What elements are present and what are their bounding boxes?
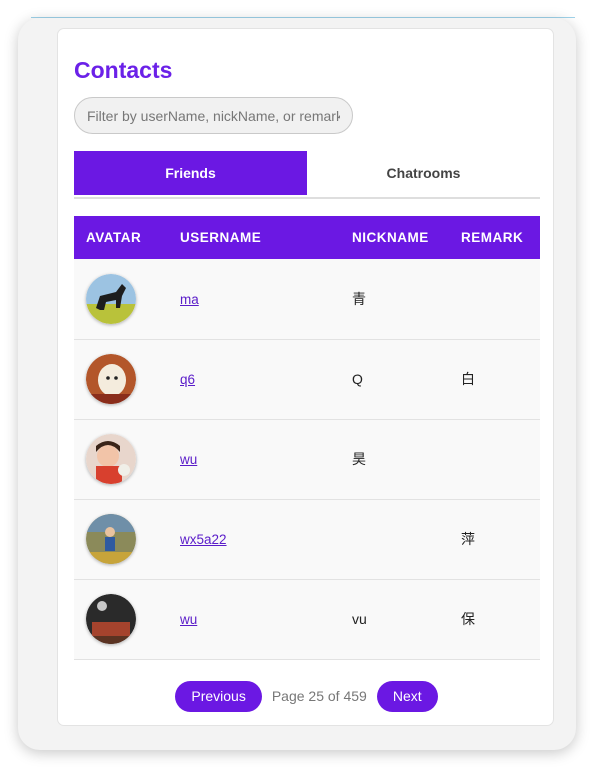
column-header-username[interactable]: USERNAME xyxy=(168,216,340,259)
next-button[interactable]: Next xyxy=(376,680,438,712)
contacts-table: AVATAR USERNAME NICKNAME REMARK ma 青 q6 … xyxy=(74,216,540,660)
page-info: Page 25 of 459 xyxy=(271,688,367,704)
nickname-cell: 青 xyxy=(352,290,366,307)
nickname-cell xyxy=(340,499,449,579)
avatar-cell xyxy=(74,579,168,659)
table-header-row: AVATAR USERNAME NICKNAME REMARK xyxy=(74,216,540,259)
remark-cell: 萍 xyxy=(461,531,475,547)
dog-photo-avatar xyxy=(86,354,136,404)
column-header-nickname[interactable]: NICKNAME xyxy=(340,216,449,259)
remark-cell xyxy=(449,419,540,499)
username-cell: wu xyxy=(168,579,340,659)
remark-cell xyxy=(449,259,540,339)
column-header-remark[interactable]: REMARK xyxy=(449,216,540,259)
pagination: Previous Page 25 of 459 Next xyxy=(58,680,555,712)
tab-chatrooms[interactable]: Chatrooms xyxy=(307,151,540,195)
table-row: wu 昊 xyxy=(74,419,540,499)
avatar-cell xyxy=(74,259,168,339)
avatar-cell xyxy=(74,499,168,579)
table-row: wx5a22 萍 xyxy=(74,499,540,579)
username-link[interactable]: wx5a22 xyxy=(180,532,227,547)
outdoor-photo-avatar xyxy=(86,514,136,564)
remark-cell: 白 xyxy=(461,371,475,387)
avatar-cell xyxy=(74,339,168,419)
username-link[interactable]: q6 xyxy=(180,372,195,387)
page-title: Contacts xyxy=(74,57,173,83)
previous-button[interactable]: Previous xyxy=(175,680,262,712)
username-link[interactable]: wu xyxy=(180,612,197,627)
table-row: wu vu 保 xyxy=(74,579,540,659)
table-row: q6 Q 白 xyxy=(74,339,540,419)
contacts-card: Contacts Friends Chatrooms AVATAR USERNA… xyxy=(57,28,554,726)
remark-cell: 保 xyxy=(461,611,475,627)
nickname-cell: 昊 xyxy=(352,451,366,467)
nickname-cell: Q xyxy=(352,371,363,387)
horse-photo-avatar xyxy=(86,273,136,324)
table-row: ma 青 xyxy=(74,259,540,339)
tab-bar: Friends Chatrooms xyxy=(74,151,540,199)
tab-friends[interactable]: Friends xyxy=(74,151,307,195)
username-cell: q6 xyxy=(168,339,340,419)
search-input[interactable] xyxy=(74,97,353,134)
nickname-cell: vu xyxy=(352,611,367,627)
username-link[interactable]: ma xyxy=(180,292,199,307)
column-header-avatar[interactable]: AVATAR xyxy=(74,216,168,259)
username-cell: ma xyxy=(168,259,340,339)
username-link[interactable]: wu xyxy=(180,452,197,467)
avatar-cell xyxy=(74,419,168,499)
child-photo-avatar xyxy=(86,434,136,484)
stage-photo-avatar xyxy=(86,594,136,644)
username-cell: wu xyxy=(168,419,340,499)
username-cell: wx5a22 xyxy=(168,499,340,579)
